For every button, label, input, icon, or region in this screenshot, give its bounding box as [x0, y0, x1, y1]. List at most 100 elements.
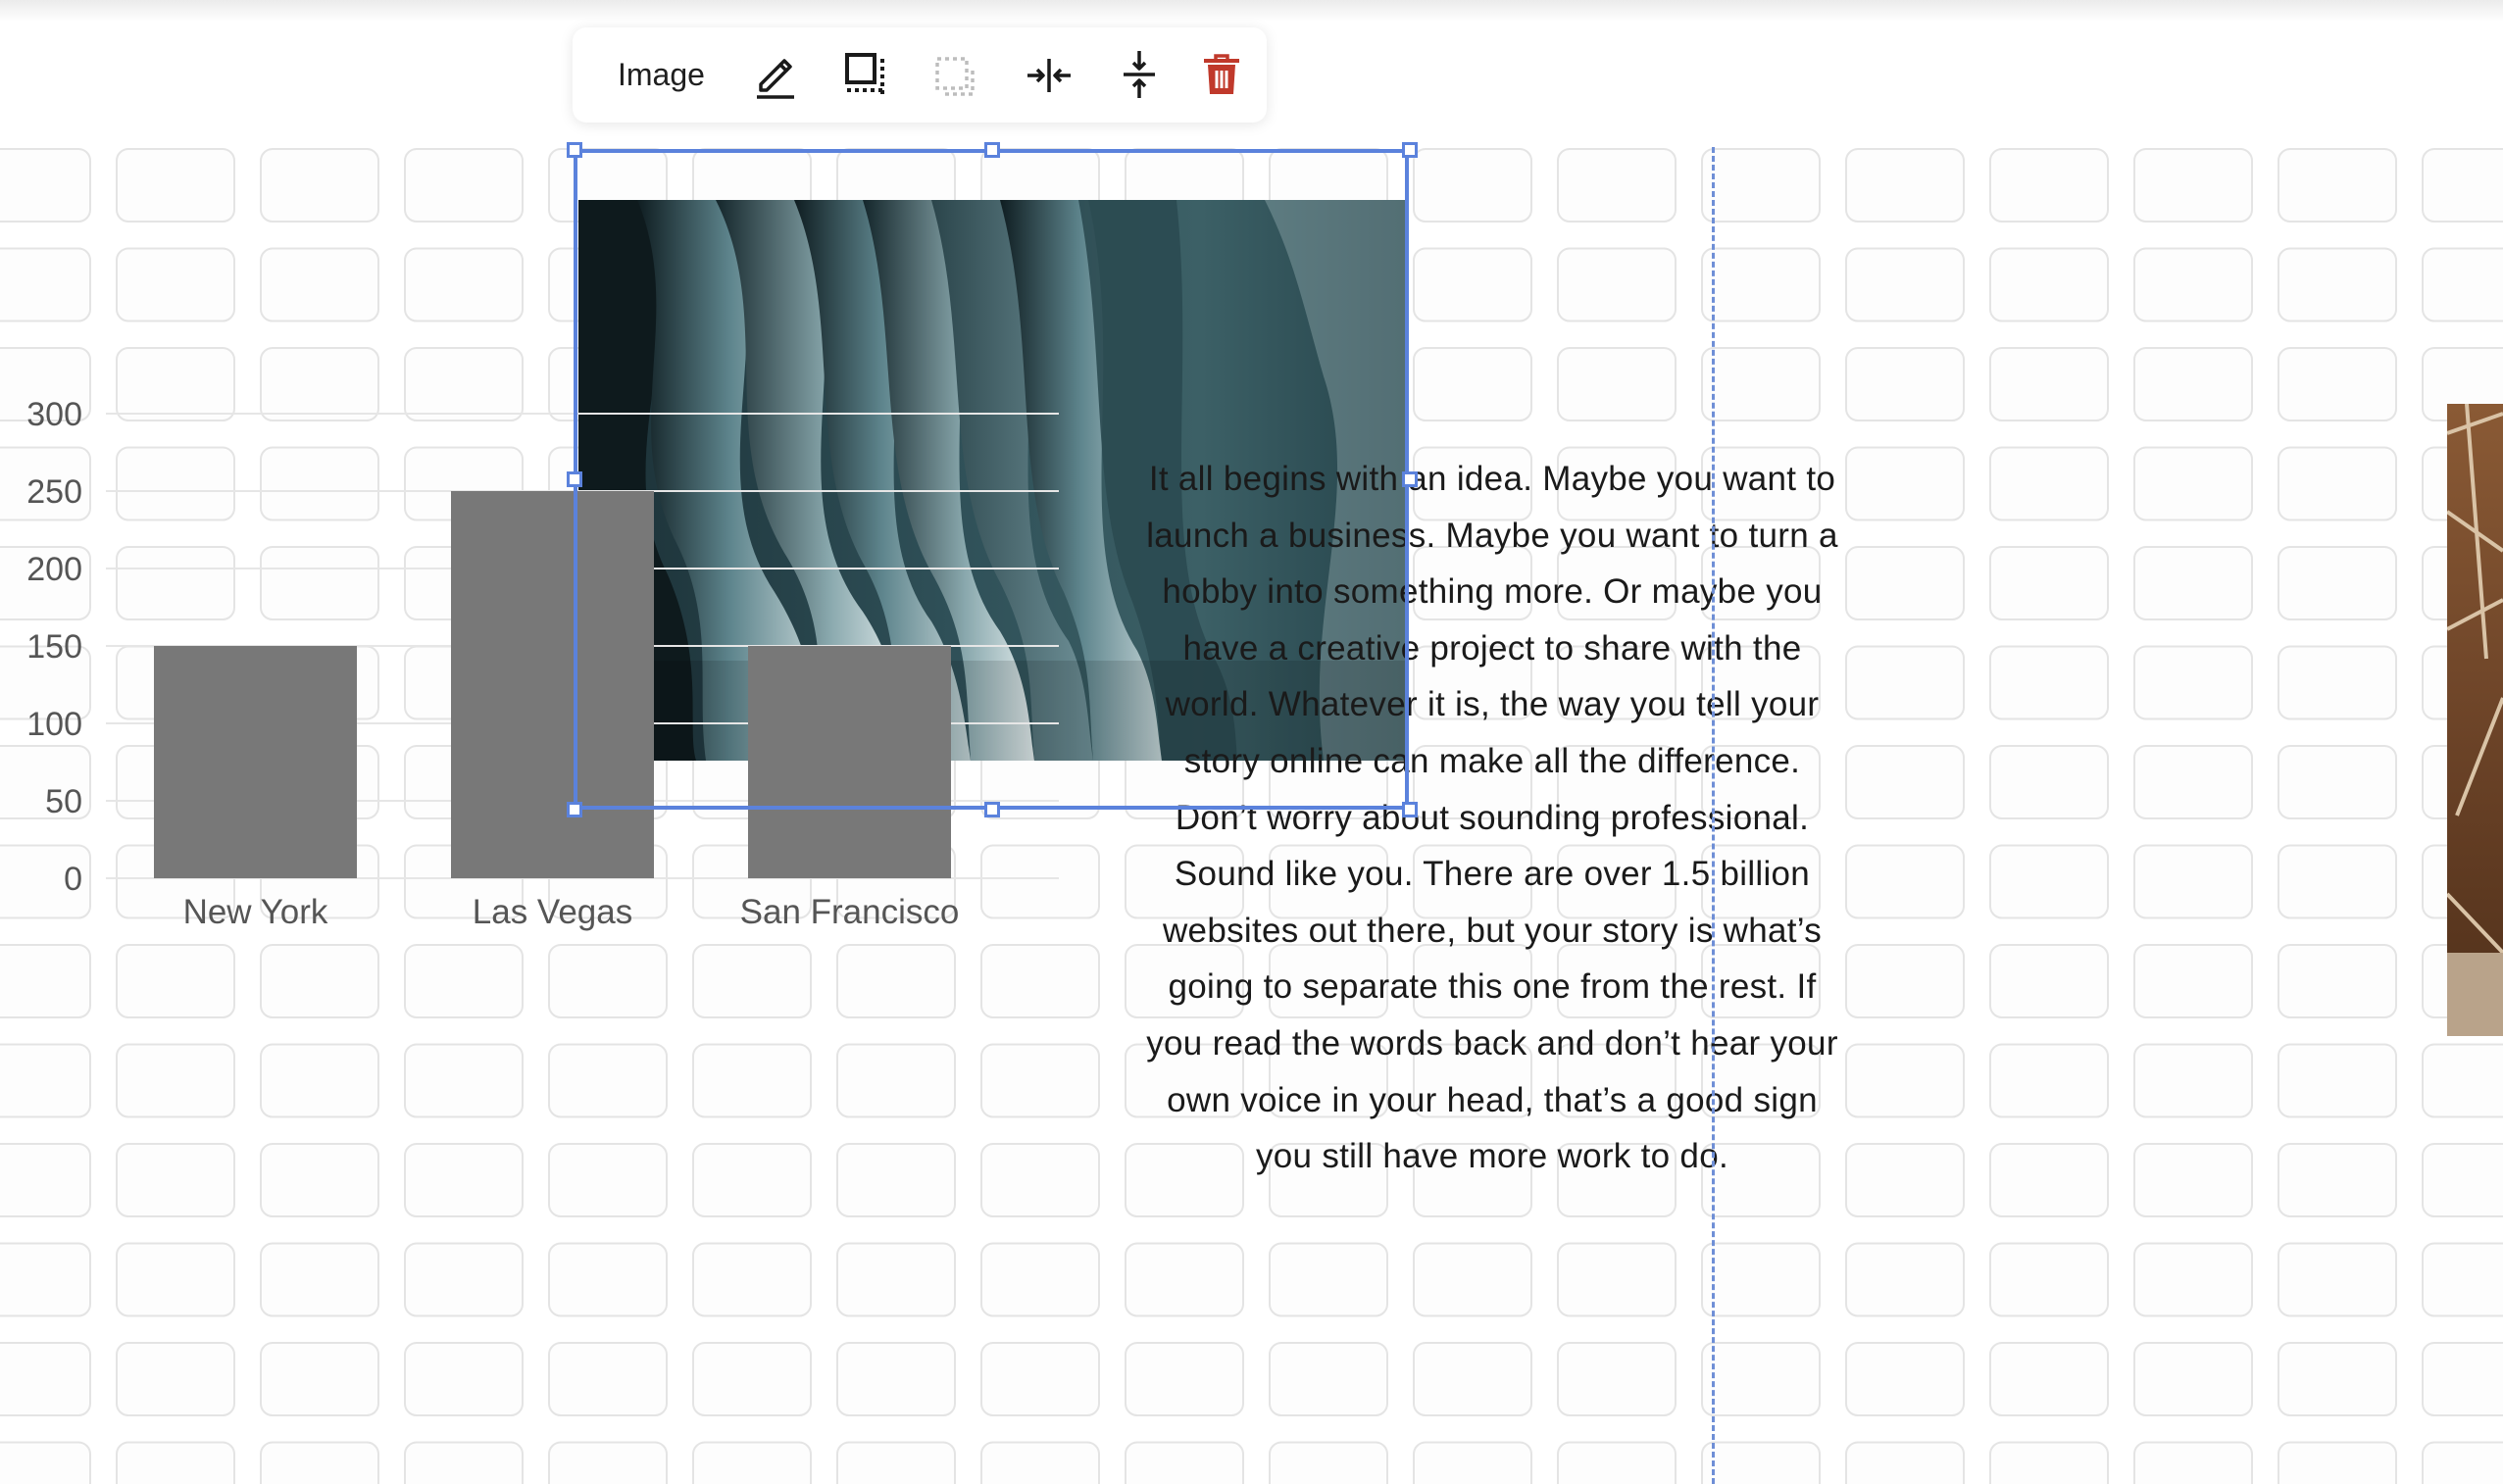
resize-handle-top-right[interactable]: [1402, 142, 1418, 158]
grid-cell: [0, 944, 91, 1018]
grid-cell: [2278, 745, 2397, 819]
grid-cell: [1557, 347, 1677, 421]
remove-background-button[interactable]: [927, 47, 982, 102]
grid-cell: [404, 1242, 524, 1317]
grid-cell: [2133, 1242, 2253, 1317]
bar-chart[interactable]: 0 50 100 150 200 250 300 New York Las Vegas San …: [0, 382, 1078, 951]
grid-cell: [1701, 148, 1821, 223]
grid-cell: [260, 1242, 379, 1317]
grid-cell: [836, 1441, 956, 1484]
wooden-dome-photo[interactable]: [2447, 404, 2503, 1036]
bar-series: [154, 491, 951, 878]
grid-cell: [1701, 1242, 1821, 1317]
grid-cell: [692, 1441, 812, 1484]
grid-cell: [548, 1242, 668, 1317]
resize-handle-top-center[interactable]: [984, 142, 1000, 158]
grid-cell: [2422, 1441, 2503, 1484]
y-tick-label: 200: [26, 551, 82, 588]
grid-cell: [1845, 1043, 1965, 1118]
crop-icon: [845, 53, 884, 96]
grid-cell: [2278, 645, 2397, 720]
grid-cell: [2278, 148, 2397, 223]
grid-cell: [1989, 1342, 2109, 1416]
grid-cell: [2278, 1441, 2397, 1484]
grid-cell: [836, 1242, 956, 1317]
grid-cell: [980, 1441, 1100, 1484]
stretch-vertical-button[interactable]: [1112, 47, 1167, 102]
grid-cell: [2133, 446, 2253, 521]
grid-cell: [692, 1342, 812, 1416]
grid-cell: [1989, 247, 2109, 322]
grid-cell: [1269, 1242, 1388, 1317]
grid-cell: [1701, 247, 1821, 322]
grid-cell: [116, 247, 235, 322]
grid-cell: [1989, 546, 2109, 620]
grid-cell: [1269, 1441, 1388, 1484]
grid-cell: [1413, 347, 1532, 421]
grid-cell: [116, 1242, 235, 1317]
grid-cell: [2422, 247, 2503, 322]
grid-cell: [1557, 1242, 1677, 1317]
resize-handle-bottom-center[interactable]: [984, 802, 1000, 817]
delete-button[interactable]: [1194, 47, 1249, 102]
grid-cell: [980, 944, 1100, 1018]
grid-cell: [404, 247, 524, 322]
grid-cell: [404, 1342, 524, 1416]
grid-cell: [1989, 148, 2109, 223]
grid-cell: [1845, 844, 1965, 919]
bar: [748, 646, 951, 878]
resize-handle-middle-left[interactable]: [567, 471, 582, 487]
crop-button[interactable]: [837, 47, 892, 102]
grid-cell: [0, 1143, 91, 1217]
grid-cell: [0, 148, 91, 223]
grid-cell: [980, 1043, 1100, 1118]
grid-cell: [1989, 446, 2109, 521]
grid-cell: [836, 1143, 956, 1217]
grid-cell: [260, 1342, 379, 1416]
resize-handle-top-left[interactable]: [567, 142, 582, 158]
resize-handle-middle-right[interactable]: [1402, 471, 1418, 487]
stretch-horizontal-button[interactable]: [1022, 47, 1076, 102]
grid-cell: [1989, 844, 2109, 919]
grid-cell: [116, 1441, 235, 1484]
y-tick-label: 300: [26, 396, 82, 433]
bar: [154, 646, 357, 878]
grid-cell: [1845, 1242, 1965, 1317]
grid-cell: [548, 1143, 668, 1217]
grid-cell: [1989, 1441, 2109, 1484]
grid-cell: [404, 1143, 524, 1217]
grid-cell: [1989, 645, 2109, 720]
grid-cell: [2278, 347, 2397, 421]
grid-cell: [1413, 148, 1532, 223]
body-text-block[interactable]: It all begins with an idea. Maybe you wa…: [1141, 451, 1843, 1185]
grid-cell: [836, 1342, 956, 1416]
grid-cell: [1701, 347, 1821, 421]
grid-cell: [1701, 1342, 1821, 1416]
grid-cell: [2278, 844, 2397, 919]
grid-cell: [2133, 1342, 2253, 1416]
grid-cell: [116, 1143, 235, 1217]
edit-button[interactable]: [747, 47, 802, 102]
trash-icon: [1204, 54, 1239, 94]
grid-cell: [2133, 844, 2253, 919]
grid-cell: [548, 944, 668, 1018]
y-tick-label: 50: [45, 783, 82, 820]
alignment-guide: [1712, 147, 1715, 1484]
bar: [451, 491, 654, 878]
grid-cell: [2278, 1043, 2397, 1118]
grid-cell: [692, 944, 812, 1018]
resize-handle-bottom-right[interactable]: [1402, 802, 1418, 817]
grid-cell: [1845, 1342, 1965, 1416]
resize-handle-bottom-left[interactable]: [567, 802, 582, 817]
grid-cell: [1413, 1441, 1532, 1484]
grid-cell: [1557, 247, 1677, 322]
grid-cell: [1845, 944, 1965, 1018]
grid-cell: [1989, 944, 2109, 1018]
grid-cell: [2422, 1043, 2503, 1118]
x-category-label: Las Vegas: [473, 893, 632, 931]
grid-cell: [1701, 1441, 1821, 1484]
grid-cell: [2133, 944, 2253, 1018]
editor-canvas[interactable]: 0 50 100 150 200 250 300 New York Las Vegas San …: [0, 0, 2503, 1484]
grid-cell: [2278, 546, 2397, 620]
grid-cell: [116, 148, 235, 223]
